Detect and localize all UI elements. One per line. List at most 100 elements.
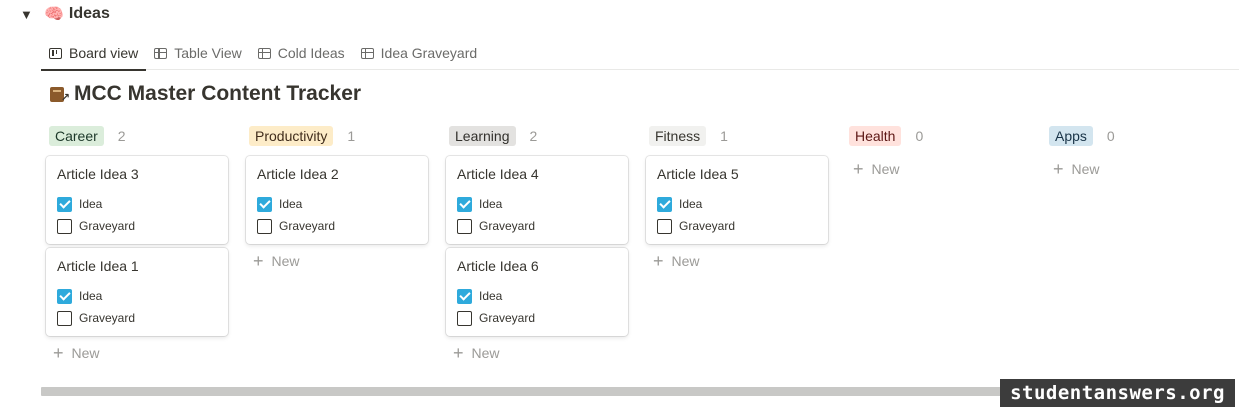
checkbox-label: Graveyard [479, 311, 536, 325]
checked-checkbox-icon[interactable] [457, 288, 472, 304]
table-icon [360, 47, 374, 59]
add-new-card-button[interactable]: + New [246, 248, 428, 274]
book-arrow-icon[interactable]: ↗ [48, 83, 70, 105]
plus-icon: + [453, 343, 464, 363]
checkbox-property: Idea [457, 285, 617, 307]
section-toggle-row: ▼ 🧠 Ideas [20, 3, 110, 25]
column-tag[interactable]: Career [49, 126, 104, 146]
add-new-card-button[interactable]: + New [446, 340, 628, 366]
board-card[interactable]: Article Idea 2 Idea Graveyard [246, 156, 428, 244]
checkbox-label: Graveyard [479, 219, 536, 233]
column-count: 2 [529, 128, 538, 144]
checkbox-property: Graveyard [257, 215, 417, 237]
checkbox-property: Graveyard [657, 215, 817, 237]
table-icon [154, 47, 168, 59]
database-title-row: ↗ MCC Master Content Tracker [48, 82, 361, 106]
unchecked-checkbox-icon[interactable] [457, 310, 472, 326]
database-title[interactable]: MCC Master Content Tracker [74, 82, 361, 106]
column-header: Career 2 [46, 124, 228, 148]
new-label: New [871, 161, 900, 177]
board-column-career: Career 2 Article Idea 3 Idea Graveyard Articl… [46, 124, 228, 366]
checkbox-label: Idea [479, 197, 503, 211]
checkbox-label: Graveyard [279, 219, 336, 233]
tab-idea-graveyard[interactable]: Idea Graveyard [353, 36, 486, 70]
checkbox-property: Graveyard [457, 307, 617, 329]
column-count: 0 [915, 128, 924, 144]
plus-icon: + [1053, 159, 1064, 179]
checked-checkbox-icon[interactable] [657, 196, 672, 212]
tab-label: Table View [174, 45, 242, 61]
tab-board-view[interactable]: Board view [41, 36, 147, 71]
tab-label: Board view [69, 45, 139, 61]
table-icon [257, 47, 271, 59]
tab-table-view[interactable]: Table View [146, 36, 249, 70]
checked-checkbox-icon[interactable] [57, 288, 72, 304]
plus-icon: + [253, 251, 264, 271]
plus-icon: + [853, 159, 864, 179]
new-label: New [71, 345, 100, 361]
add-new-card-button[interactable]: + New [646, 248, 828, 274]
checkbox-label: Idea [79, 289, 103, 303]
unchecked-checkbox-icon[interactable] [257, 218, 272, 234]
column-count: 1 [720, 128, 728, 144]
add-new-card-button[interactable]: + New [846, 156, 1028, 182]
new-label: New [271, 253, 300, 269]
column-tag[interactable]: Fitness [649, 126, 707, 146]
tab-cold-ideas[interactable]: Cold Ideas [250, 36, 353, 70]
watermark: studentanswers.org [1000, 379, 1235, 407]
card-title: Article Idea 3 [57, 166, 139, 182]
card-title: Article Idea 5 [657, 166, 739, 182]
board-icon [49, 47, 62, 59]
checkbox-property: Graveyard [457, 215, 617, 237]
card-title: Article Idea 4 [457, 166, 539, 182]
tab-label: Idea Graveyard [380, 45, 478, 61]
board-columns: Career 2 Article Idea 3 Idea Graveyard Articl… [46, 124, 1239, 366]
section-title[interactable]: Ideas [69, 5, 110, 23]
card-title: Article Idea 6 [457, 258, 539, 274]
new-label: New [471, 345, 500, 361]
column-count: 2 [117, 128, 126, 144]
column-tag[interactable]: Learning [449, 126, 516, 146]
board-card[interactable]: Article Idea 4 Idea Graveyard [446, 156, 628, 244]
board-column-learning: Learning 2 Article Idea 4 Idea Graveyard Arti… [446, 124, 628, 366]
board-card[interactable]: Article Idea 3 Idea Graveyard [46, 156, 228, 244]
plus-icon: + [653, 251, 664, 271]
checkbox-property: Idea [57, 193, 217, 215]
brain-icon: 🧠 [44, 6, 64, 23]
add-new-card-button[interactable]: + New [46, 340, 228, 366]
toggle-arrow-icon[interactable]: ▼ [20, 7, 42, 22]
checkbox-label: Idea [479, 289, 503, 303]
board-column-health: Health 0 + New [846, 124, 1028, 366]
unchecked-checkbox-icon[interactable] [457, 218, 472, 234]
add-new-card-button[interactable]: + New [1046, 156, 1228, 182]
checked-checkbox-icon[interactable] [257, 196, 272, 212]
checked-checkbox-icon[interactable] [57, 196, 72, 212]
column-tag[interactable]: Health [849, 126, 902, 146]
checkbox-label: Graveyard [679, 219, 736, 233]
unchecked-checkbox-icon[interactable] [657, 218, 672, 234]
checkbox-label: Idea [679, 197, 703, 211]
column-count: 1 [347, 128, 356, 144]
board-card[interactable]: Article Idea 5 Idea Graveyard [646, 156, 828, 244]
checkbox-property: Graveyard [57, 215, 217, 237]
checkbox-property: Idea [57, 285, 217, 307]
unchecked-checkbox-icon[interactable] [57, 218, 72, 234]
unchecked-checkbox-icon[interactable] [57, 310, 72, 326]
board-card[interactable]: Article Idea 1 Idea Graveyard [46, 248, 228, 336]
column-count: 0 [1106, 128, 1115, 144]
checked-checkbox-icon[interactable] [457, 196, 472, 212]
checkbox-property: Idea [657, 193, 817, 215]
plus-icon: + [53, 343, 64, 363]
board-card[interactable]: Article Idea 6 Idea Graveyard [446, 248, 628, 336]
column-header: Health 0 [846, 124, 1028, 148]
card-title: Article Idea 1 [57, 258, 139, 274]
checkbox-property: Graveyard [57, 307, 217, 329]
board-column-productivity: Productivity 1 Article Idea 2 Idea Graveyard… [246, 124, 428, 366]
checkbox-label: Idea [79, 197, 103, 211]
column-header: Apps 0 [1046, 124, 1228, 148]
column-tag[interactable]: Productivity [249, 126, 334, 146]
column-tag[interactable]: Apps [1049, 126, 1093, 146]
column-header: Fitness 1 [646, 124, 828, 148]
new-label: New [1071, 161, 1100, 177]
column-header: Learning 2 [446, 124, 628, 148]
